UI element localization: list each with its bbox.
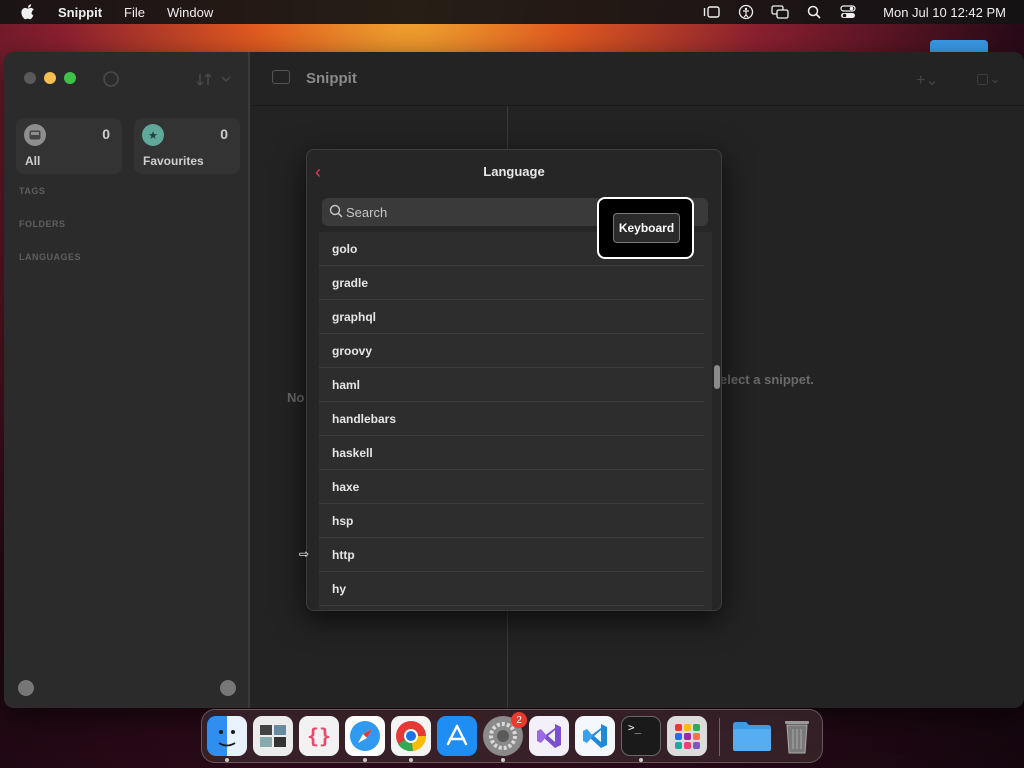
search-icon[interactable] — [805, 5, 823, 19]
preview-icon[interactable] — [253, 716, 293, 756]
list-item[interactable]: haml — [319, 368, 704, 402]
minimize-button[interactable] — [44, 72, 56, 84]
window-title: Snippit — [306, 70, 357, 87]
language-label: haskell — [332, 446, 373, 460]
list-item[interactable]: graphql — [319, 300, 704, 334]
favourites-tile[interactable]: ★ 0 Favourites — [134, 118, 240, 174]
visual-studio-icon[interactable] — [529, 716, 569, 756]
window-controls — [24, 72, 76, 84]
list-item[interactable]: handlebars — [319, 402, 704, 436]
folder-icon[interactable] — [731, 716, 771, 756]
list-item[interactable]: hsp — [319, 504, 704, 538]
chrome-icon[interactable] — [391, 716, 431, 756]
all-count: 0 — [102, 126, 110, 142]
list-item[interactable]: http — [319, 538, 704, 572]
menu-bar: Snippit File Window Mon Jul 10 12:42 PM — [0, 0, 1024, 24]
notification-badge: 2 — [511, 712, 527, 728]
language-label: http — [332, 548, 355, 562]
trash-icon[interactable] — [777, 716, 817, 756]
language-label: golo — [332, 242, 358, 256]
sidebar: 0 All ★ 0 Favourites TAGS FOLDERS LANGUA… — [4, 52, 250, 708]
language-label: haxe — [332, 480, 360, 494]
language-list[interactable]: golo gradle graphql groovy haml handleba… — [319, 232, 712, 610]
braces-icon[interactable]: {} — [299, 716, 339, 756]
language-label: hy — [332, 582, 347, 596]
star-icon: ★ — [142, 124, 164, 146]
language-label: graphql — [332, 310, 376, 324]
vscode-icon[interactable] — [575, 716, 615, 756]
language-label: gradle — [332, 276, 369, 290]
dock-separator — [719, 718, 720, 756]
accessibility-icon[interactable] — [737, 4, 755, 20]
launchpad-icon[interactable] — [667, 716, 707, 756]
sidebar-toggle-icon[interactable] — [272, 70, 290, 84]
list-empty-text: No — [287, 390, 305, 405]
compass-icon[interactable] — [18, 680, 34, 696]
language-label: hsp — [332, 514, 354, 528]
search-icon — [329, 204, 343, 218]
stage-manager-icon[interactable] — [703, 5, 721, 19]
list-item[interactable]: haxe — [319, 470, 704, 504]
menu-app-name[interactable]: Snippit — [58, 5, 102, 20]
sort-menu-icon[interactable] — [196, 70, 234, 88]
settings-icon[interactable] — [220, 680, 236, 696]
favourites-count: 0 — [220, 126, 228, 142]
sync-icon[interactable] — [102, 70, 120, 88]
close-button[interactable] — [24, 72, 36, 84]
dock: {} 2 >_ — [201, 709, 823, 763]
control-center-icon[interactable] — [839, 5, 857, 19]
language-label: handlebars — [332, 412, 397, 426]
terminal-icon[interactable]: >_ — [621, 716, 661, 756]
language-label: haml — [332, 378, 361, 392]
menu-clock[interactable]: Mon Jul 10 12:42 PM — [883, 5, 1006, 20]
list-item[interactable]: haskell — [319, 436, 704, 470]
gear-icon[interactable]: 2 — [483, 712, 527, 756]
scrollbar-thumb[interactable] — [714, 365, 720, 389]
zoom-button[interactable] — [64, 72, 76, 84]
menu-file[interactable]: File — [124, 5, 145, 20]
toolbar: Snippit +⌄ ▢⌄ — [252, 52, 1024, 106]
all-snippets-tile[interactable]: 0 All — [16, 118, 122, 174]
compass-icon[interactable] — [345, 716, 385, 756]
tags-section-header[interactable]: TAGS — [19, 186, 45, 196]
keyboard-button[interactable]: Keyboard — [613, 213, 680, 243]
screen-mirroring-icon[interactable] — [771, 5, 789, 19]
favourites-label: Favourites — [143, 154, 204, 168]
tray-icon — [24, 124, 46, 146]
list-item[interactable]: hy — [319, 572, 704, 606]
layout-menu-icon[interactable]: ▢⌄ — [976, 70, 1004, 86]
folders-section-header[interactable]: FOLDERS — [19, 219, 66, 229]
list-item[interactable]: groovy — [319, 334, 704, 368]
languages-section-header[interactable]: LANGUAGES — [19, 252, 81, 262]
menu-window[interactable]: Window — [167, 5, 213, 20]
pointer-cursor-icon: ⇨ — [299, 547, 310, 561]
all-label: All — [25, 154, 41, 168]
add-snippet-icon[interactable]: +⌄ — [916, 70, 944, 89]
detail-empty-text: elect a snippet. — [720, 372, 814, 387]
keyboard-overlay: Keyboard — [597, 197, 694, 259]
list-item[interactable]: gradle — [319, 266, 704, 300]
appstore-icon[interactable] — [437, 716, 477, 756]
apple-menu-icon[interactable] — [20, 4, 36, 20]
language-label: groovy — [332, 344, 373, 358]
sheet-title: Language — [483, 164, 545, 179]
finder-icon[interactable] — [207, 716, 247, 756]
